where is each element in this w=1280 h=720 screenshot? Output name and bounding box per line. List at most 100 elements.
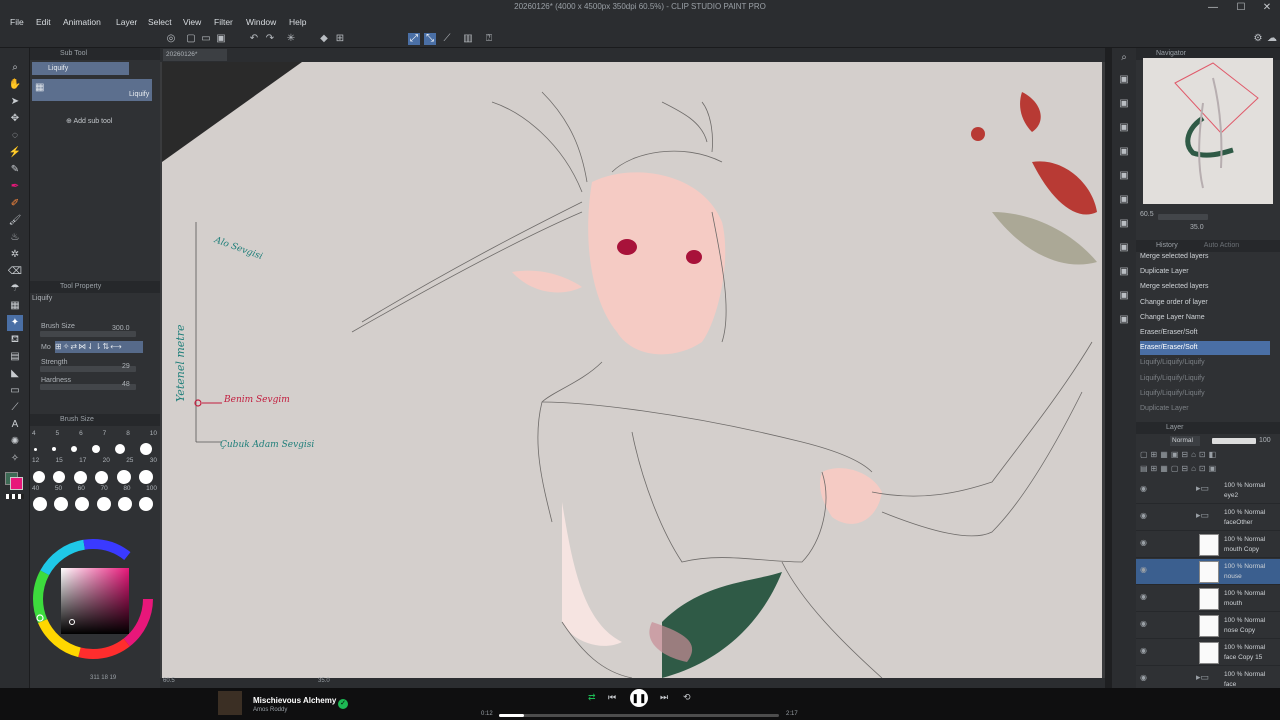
undo-icon[interactable]: ↶ [248,33,260,45]
close-button[interactable]: ✕ [1254,1,1280,15]
size-4[interactable]: 4 [32,430,36,437]
blend-mode-select[interactable]: Normal [1170,436,1200,446]
size-8[interactable]: 8 [126,430,130,437]
clear-icon[interactable]: ✳ [285,33,297,45]
panel-toggle-icon-11[interactable]: ▣ [1118,314,1130,326]
history-item[interactable]: Change order of layer [1140,296,1270,310]
history-item[interactable]: Merge selected layers [1140,250,1270,264]
operation-tool-icon[interactable]: ➤ [7,94,23,110]
panel-toggle-icon-4[interactable]: ▣ [1118,146,1130,158]
history-item[interactable]: Liquify/Liquify/Liquify [1140,387,1270,401]
redo-icon[interactable]: ↷ [264,33,276,45]
pause-button[interactable]: ❚❚ [630,689,648,707]
fill-icon[interactable]: ◆ [318,33,330,45]
gradient-tool-icon[interactable]: ▤ [7,349,23,365]
document-tab[interactable]: 20260126* [163,49,227,61]
ruler-icon[interactable]: ▥ [462,33,474,45]
eye-icon[interactable]: ◉ [1140,511,1147,520]
size-17[interactable]: 17 [79,457,86,464]
eraser-tool-icon[interactable]: ⌫ [7,264,23,280]
figure-tool-icon[interactable]: ◣ [7,366,23,382]
history-item[interactable]: Merge selected layers [1140,280,1270,294]
size-15[interactable]: 15 [56,457,63,464]
airbrush-tool-icon[interactable]: ♨ [7,230,23,246]
size-25[interactable]: 25 [126,457,133,464]
zoom-tool-icon[interactable]: ⌕ [7,60,23,76]
correct-line-tool-icon[interactable]: ✧ [7,451,23,467]
main-color-swatch[interactable] [10,477,23,490]
history-item[interactable]: Liquify/Liquify/Liquify [1140,356,1270,370]
track-title[interactable]: Mischievous Alchemy [253,696,336,705]
next-icon[interactable]: ⏭ [660,692,668,703]
repeat-icon[interactable]: ⟲ [683,692,691,703]
menu-window[interactable]: Window [246,17,276,27]
lasso-tool-icon[interactable]: ◌ [7,128,23,144]
maximize-button[interactable]: ☐ [1228,1,1254,15]
navigator-preview[interactable] [1143,58,1273,204]
grid-tool-icon[interactable]: ▦ [7,298,23,314]
menu-edit[interactable]: Edit [36,17,51,27]
track-artist[interactable]: Amos Roddy [253,707,287,713]
pen-tool-icon[interactable]: ✒ [7,179,23,195]
menu-help[interactable]: Help [289,17,306,27]
save-icon[interactable]: ▣ [215,33,227,45]
new-file-icon[interactable]: ▢ [185,33,197,45]
menu-layer[interactable]: Layer [116,17,137,27]
history-item[interactable]: Duplicate Layer [1140,402,1270,416]
pencil-tool-icon[interactable]: ✐ [7,196,23,212]
transform-icon[interactable]: ⊞ [334,33,346,45]
size-6[interactable]: 6 [79,430,83,437]
eye-icon[interactable]: ◉ [1140,592,1147,601]
snap-ruler-icon[interactable]: ⤢ [408,33,420,45]
size-100[interactable]: 100 [146,485,157,492]
panel-toggle-icon-10[interactable]: ▣ [1118,290,1130,302]
menu-filter[interactable]: Filter [214,17,233,27]
size-30[interactable]: 30 [150,457,157,464]
previous-icon[interactable]: ⏮ [608,692,616,703]
shuffle-icon[interactable]: ⇄ [588,692,596,703]
sub-tool-group-tab[interactable]: Liquify [32,62,129,75]
history-item[interactable]: Duplicate Layer [1140,265,1270,279]
progress-track[interactable] [499,714,779,717]
auto-action-tab[interactable]: Auto Action [1204,242,1239,249]
history-item[interactable]: Eraser/Eraser/Soft [1140,341,1270,356]
size-20[interactable]: 20 [103,457,110,464]
brush-size-row-1[interactable]: 4 5 6 7 8 10 [32,430,157,437]
eye-icon[interactable]: ◉ [1140,619,1147,628]
panel-toggle-icon-6[interactable]: ▣ [1118,194,1130,206]
size-5[interactable]: 5 [56,430,60,437]
panel-toggle-icon[interactable]: ▣ [1118,74,1130,86]
magic-wand-tool-icon[interactable]: ⚡ [7,145,23,161]
size-7[interactable]: 7 [103,430,107,437]
balloon-tool-icon[interactable]: ✺ [7,434,23,450]
snap-special-ruler-icon[interactable]: ⤡ [424,33,436,45]
menu-select[interactable]: Select [148,17,172,27]
fill-tool-icon[interactable]: ⛾ [7,332,23,348]
history-item[interactable]: Liquify/Liquify/Liquify [1140,372,1270,386]
panel-toggle-icon-7[interactable]: ▣ [1118,218,1130,230]
target-icon[interactable]: ◎ [165,33,177,45]
menu-view[interactable]: View [183,17,201,27]
ruler-tool-icon[interactable]: ⟋ [7,400,23,416]
blend-tool-icon[interactable]: ☂ [7,281,23,297]
eye-icon[interactable]: ◉ [1140,484,1147,493]
eye-icon[interactable]: ◉ [1140,565,1147,574]
open-file-icon[interactable]: ▭ [200,33,212,45]
opacity-slider[interactable] [1212,438,1256,444]
menu-file[interactable]: File [10,17,24,27]
size-40[interactable]: 40 [32,485,39,492]
menu-animation[interactable]: Animation [63,17,101,27]
move-layer-tool-icon[interactable]: ✥ [7,111,23,127]
add-sub-tool-button[interactable]: ⊕ Add sub tool [66,117,112,125]
folder-icon[interactable]: ▸▭ [1196,672,1209,683]
brush-size-row-2[interactable]: 12 15 17 20 25 30 [32,457,157,464]
history-item[interactable]: Eraser/Eraser/Soft [1140,326,1270,340]
layer-toolbar-2[interactable]: ▤⊞▦▢⊟⌂⊡▣ [1140,464,1276,476]
search-icon[interactable]: ⌕ [1118,52,1130,64]
text-tool-icon[interactable]: A [7,417,23,433]
size-60[interactable]: 60 [78,485,85,492]
panel-toggle-icon-9[interactable]: ▣ [1118,266,1130,278]
layer-toolbar[interactable]: ▢⊞▦▣⊟⌂⊡◧ [1140,450,1276,462]
hand-tool-icon[interactable]: ✋ [7,77,23,93]
size-10[interactable]: 10 [150,430,157,437]
